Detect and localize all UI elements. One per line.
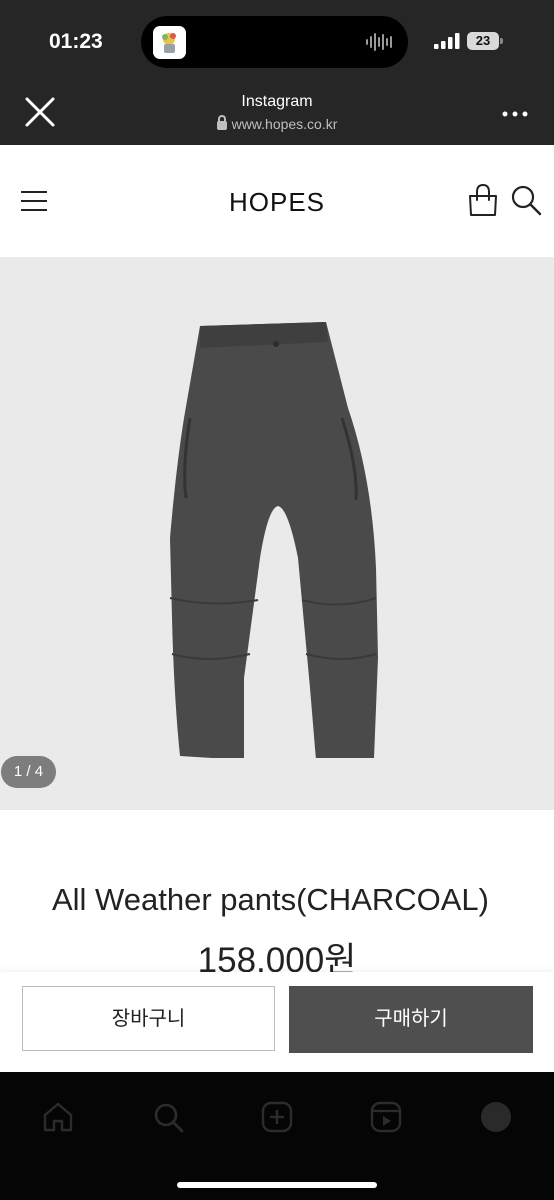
product-image [169, 322, 378, 758]
reels-icon[interactable] [369, 1100, 403, 1134]
battery-icon: 23 [467, 32, 503, 50]
buy-now-button[interactable]: 구매하기 [289, 986, 533, 1053]
status-bar: 01:23 23 [0, 0, 554, 82]
battery-tip [500, 38, 503, 44]
status-time: 01:23 [49, 30, 103, 53]
bag-icon[interactable] [467, 183, 499, 217]
create-icon[interactable] [260, 1100, 294, 1134]
product-name: All Weather pants(CHARCOAL) [51, 882, 489, 917]
image-counter: 1 / 4 [1, 756, 56, 788]
lock-icon [216, 115, 227, 130]
home-indicator[interactable] [177, 1182, 377, 1188]
explore-icon[interactable] [151, 1100, 185, 1134]
browser-title: Instagram [241, 93, 313, 110]
more-icon[interactable] [500, 104, 530, 124]
site-header: HOPES [0, 145, 554, 258]
browser-nav-bar: Instagram www.hopes.co.kr [0, 82, 554, 145]
purchase-action-bar: 장바구니 구매하기 [0, 972, 554, 1072]
audio-wave-icon [366, 33, 392, 51]
now-playing-app-icon [153, 26, 186, 59]
search-icon[interactable] [509, 183, 543, 217]
cellular-signal-icon [434, 33, 460, 49]
product-image-gallery[interactable]: 1 / 4 [0, 258, 554, 810]
profile-icon[interactable] [479, 1100, 513, 1134]
add-to-cart-button[interactable]: 장바구니 [22, 986, 275, 1051]
home-icon[interactable] [41, 1100, 75, 1134]
instagram-tab-bar [0, 1072, 554, 1200]
dynamic-island[interactable] [141, 16, 408, 68]
browser-url[interactable]: www.hopes.co.kr [0, 115, 554, 132]
battery-level: 23 [467, 32, 499, 50]
url-text: www.hopes.co.kr [231, 116, 338, 132]
